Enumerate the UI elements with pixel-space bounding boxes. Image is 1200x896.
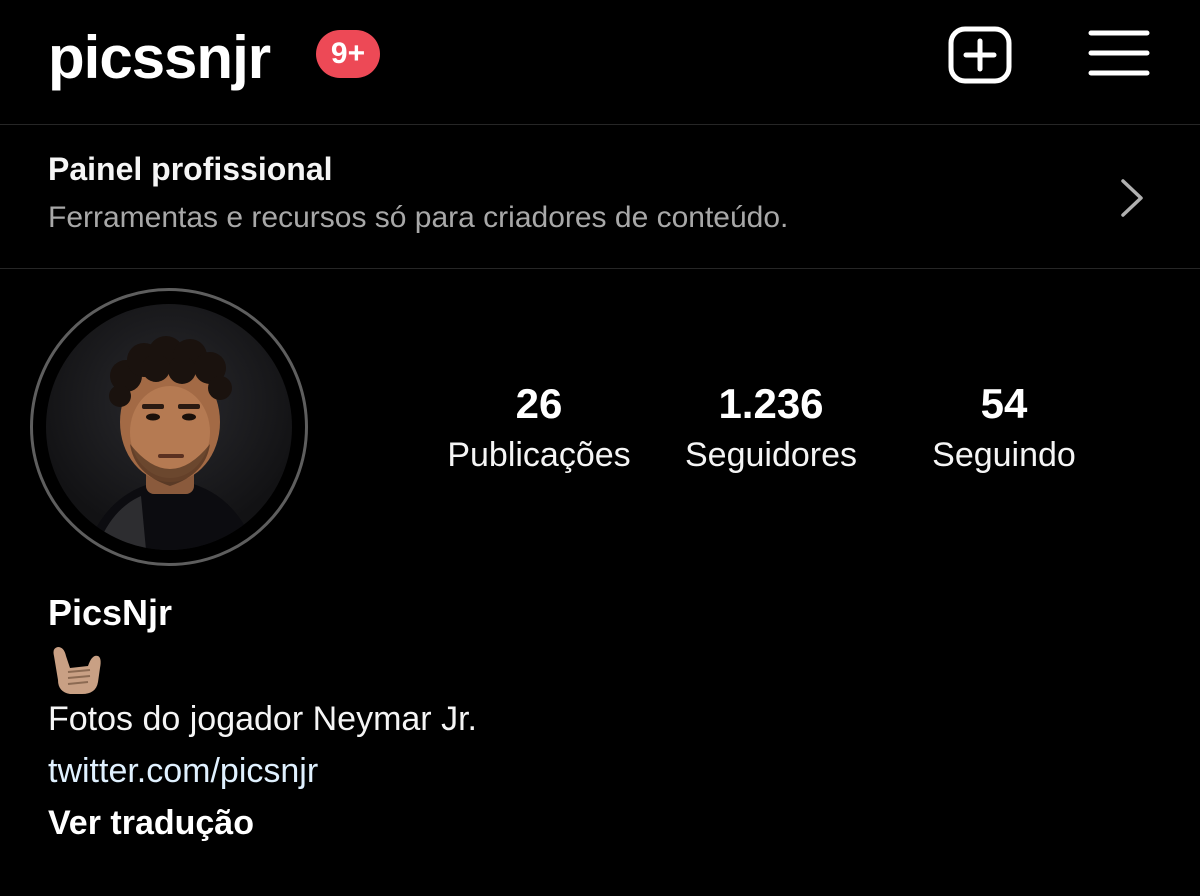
see-translation-link[interactable]: Ver tradução (48, 804, 254, 843)
dashboard-title: Painel profissional (48, 151, 333, 187)
new-post-button[interactable] (948, 26, 1012, 84)
followers-count-label: Seguidores (684, 436, 857, 474)
bio-text: Fotos do jogador Neymar Jr. (48, 700, 477, 738)
professional-dashboard-row[interactable]: Painel profissional Ferramentas e recurs… (0, 125, 1200, 269)
display-name: PicsNjr (48, 592, 173, 633)
account-username[interactable]: picssnjr (48, 18, 271, 98)
top-bar: picssnjr 9+ (0, 0, 1200, 125)
followers-count[interactable]: 1.236 Seguidores (664, 378, 878, 480)
avatar[interactable] (46, 304, 292, 550)
profile-page: picssnjr 9+ Painel profissional Ferramen… (0, 0, 1200, 896)
following-count-label: Seguindo (932, 436, 1076, 474)
dashboard-subtitle: Ferramentas e recursos só para criadores… (48, 201, 789, 234)
posts-count[interactable]: 26 Publicações (430, 378, 648, 480)
menu-button[interactable] (1088, 28, 1150, 78)
posts-count-label: Publicações (447, 436, 631, 474)
profile-photo (86, 336, 256, 550)
notification-badge: 9+ (316, 30, 380, 78)
following-count[interactable]: 54 Seguindo (906, 378, 1102, 480)
call-me-hand-emoji (53, 647, 101, 694)
bio-link[interactable]: twitter.com/picsnjr (48, 752, 318, 791)
plus-square-icon (948, 26, 1012, 84)
chevron-right-icon (1121, 179, 1143, 217)
following-count-value: 54 (980, 380, 1028, 427)
hamburger-menu-icon (1088, 30, 1150, 76)
posts-count-value: 26 (515, 380, 563, 427)
followers-count-value: 1.236 (718, 380, 824, 427)
